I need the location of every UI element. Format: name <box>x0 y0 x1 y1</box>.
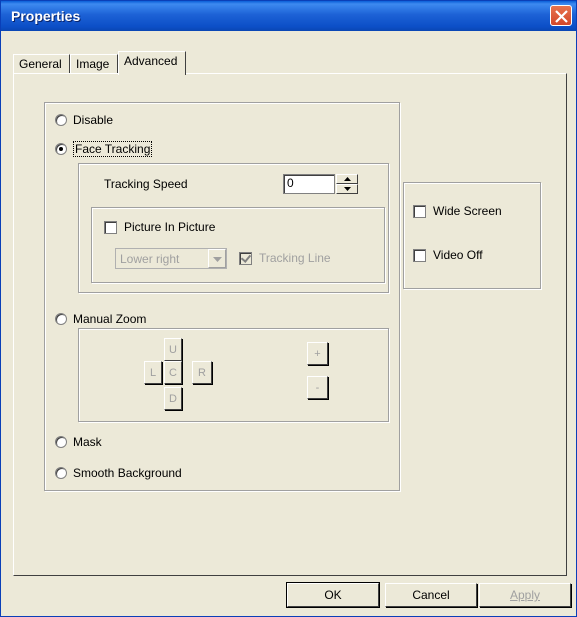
zoom-out-button[interactable]: - <box>307 376 328 399</box>
tracking-speed-value: 0 <box>287 176 294 190</box>
tracking-speed-input[interactable]: 0 <box>283 174 335 194</box>
spin-down-button[interactable] <box>336 184 358 194</box>
spin-up-button[interactable] <box>336 174 358 184</box>
tab-general[interactable]: General <box>13 54 70 74</box>
tab-image-label: Image <box>76 57 110 71</box>
close-button[interactable] <box>550 5 572 26</box>
mask-radio-button[interactable] <box>55 436 67 448</box>
tracking-line-checkbox-box[interactable] <box>239 251 252 265</box>
center-button[interactable]: C <box>164 361 182 384</box>
ok-button[interactable]: OK <box>286 582 380 608</box>
disable-radio-button[interactable] <box>55 114 67 126</box>
cancel-button[interactable]: Cancel <box>385 583 477 607</box>
tracking-speed-label: Tracking Speed <box>104 177 188 191</box>
wide-screen-checkbox-box[interactable] <box>413 204 426 218</box>
tracking-speed-spinner[interactable] <box>336 174 358 194</box>
mode-group <box>44 102 400 491</box>
zoom-in-label: + <box>314 347 321 360</box>
manual-zoom-label: Manual Zoom <box>73 312 147 326</box>
pan-down-button[interactable]: D <box>164 387 182 410</box>
manual-zoom-radio-button[interactable] <box>55 313 67 325</box>
tracking-line-label: Tracking Line <box>259 251 331 265</box>
manual-zoom-radio[interactable]: Manual Zoom <box>55 312 146 326</box>
face-tracking-radio-button[interactable] <box>55 143 67 155</box>
pan-right-label: R <box>198 366 206 379</box>
pip-checkbox-box[interactable] <box>104 220 117 234</box>
pan-up-button[interactable]: U <box>164 338 182 361</box>
video-off-checkbox-box[interactable] <box>413 248 426 262</box>
tracking-line-checkbox[interactable]: Tracking Line <box>239 251 331 265</box>
cancel-label: Cancel <box>412 588 450 602</box>
manual-zoom-group <box>78 328 389 422</box>
apply-label: Apply <box>509 588 541 602</box>
apply-button[interactable]: Apply <box>479 583 571 607</box>
pip-position-value: Lower right <box>120 252 180 266</box>
smooth-background-radio-button[interactable] <box>55 467 67 479</box>
smooth-background-label: Smooth Background <box>73 466 182 480</box>
window-title: Properties <box>11 8 81 24</box>
dropdown-arrow <box>208 249 226 268</box>
video-off-label: Video Off <box>433 248 483 262</box>
zoom-out-label: - <box>315 381 320 394</box>
center-label: C <box>169 366 177 379</box>
properties-dialog: Properties General Image Advanced Disabl… <box>0 0 577 617</box>
wide-screen-checkbox[interactable]: Wide Screen <box>413 204 502 218</box>
title-bar[interactable]: Properties <box>1 1 576 31</box>
ok-label: OK <box>324 588 342 602</box>
mask-label: Mask <box>73 435 102 449</box>
pip-label: Picture In Picture <box>124 220 216 234</box>
pan-down-label: D <box>169 392 177 405</box>
disable-label: Disable <box>73 113 114 127</box>
video-off-checkbox[interactable]: Video Off <box>413 248 483 262</box>
face-tracking-radio[interactable]: Face Tracking <box>55 141 153 157</box>
zoom-in-button[interactable]: + <box>307 342 328 365</box>
pan-right-button[interactable]: R <box>192 361 212 384</box>
mask-radio[interactable]: Mask <box>55 435 102 449</box>
options-group <box>403 182 541 289</box>
pip-group <box>91 207 385 283</box>
tab-advanced-label: Advanced <box>124 54 178 68</box>
pip-checkbox[interactable]: Picture In Picture <box>104 220 215 234</box>
disable-radio[interactable]: Disable <box>55 113 113 127</box>
tab-image[interactable]: Image <box>70 54 118 74</box>
wide-screen-label: Wide Screen <box>433 204 502 218</box>
pip-position-select[interactable]: Lower right <box>115 248 227 269</box>
smooth-background-radio[interactable]: Smooth Background <box>55 466 182 480</box>
pan-up-label: U <box>169 343 177 356</box>
pan-left-button[interactable]: L <box>144 361 162 384</box>
tab-general-label: General <box>19 57 62 71</box>
pan-left-label: L <box>149 366 157 379</box>
face-tracking-label: Face Tracking <box>73 141 153 157</box>
tab-advanced[interactable]: Advanced <box>118 51 186 75</box>
